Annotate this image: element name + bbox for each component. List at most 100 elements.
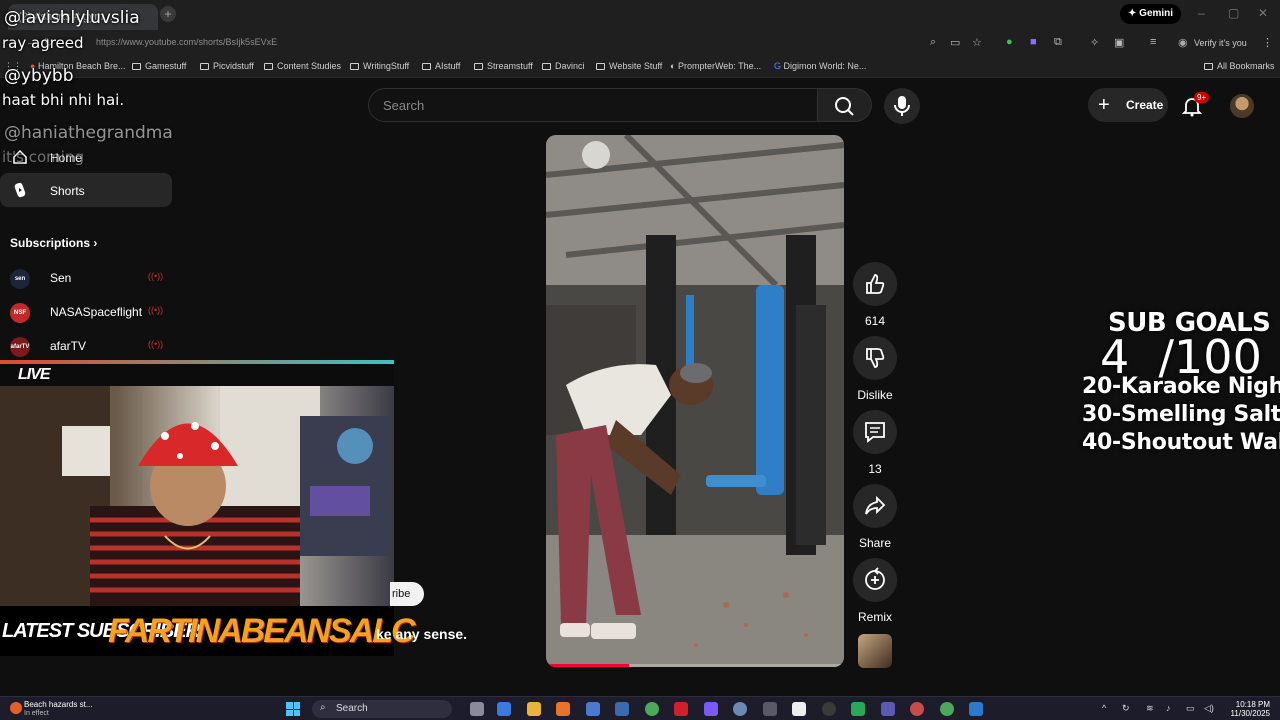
channel-name: Sen bbox=[50, 271, 72, 285]
folder-icon bbox=[422, 63, 431, 70]
create-label: Create bbox=[1126, 98, 1164, 112]
share-button[interactable]: Share bbox=[852, 484, 898, 550]
weather-title[interactable]: Beach hazards st... bbox=[24, 700, 92, 709]
sidebar-item-label: Shorts bbox=[50, 184, 85, 198]
bookmark-item[interactable]: G Digimon World: Ne... bbox=[774, 61, 866, 71]
chevron-right-icon: › bbox=[93, 236, 98, 250]
bookmark-folder[interactable]: Streamstuff bbox=[474, 61, 533, 71]
app-icon[interactable] bbox=[733, 702, 747, 716]
channel-name: NASASpaceflight bbox=[50, 305, 143, 319]
zoom-icon[interactable]: ⌕ bbox=[930, 36, 936, 49]
bookmark-star-icon[interactable]: ☆ bbox=[972, 36, 982, 49]
create-button[interactable]: + Create bbox=[1088, 88, 1168, 122]
edge-icon[interactable] bbox=[497, 702, 511, 716]
store-icon[interactable] bbox=[586, 702, 600, 716]
sidebar-item-shorts[interactable]: Shorts bbox=[0, 173, 172, 207]
short-video-player[interactable] bbox=[546, 135, 844, 667]
subscribe-button[interactable]: ribe bbox=[390, 582, 424, 606]
weather-alert-icon[interactable] bbox=[10, 702, 22, 714]
app-icon[interactable] bbox=[881, 702, 895, 716]
account-avatar[interactable] bbox=[1230, 94, 1254, 118]
app-icon[interactable] bbox=[674, 702, 688, 716]
gemini-button[interactable]: ✦ Gemini bbox=[1120, 4, 1182, 24]
app-icon[interactable] bbox=[969, 702, 983, 716]
bookmarks-bar: ⋮⋮ ● Hamilton Beach Bre... Gamestuff Pic… bbox=[0, 56, 1280, 78]
bookmark-folder[interactable]: Content Studies bbox=[264, 61, 341, 71]
sub-goal-item: 30-Smelling Salts bbox=[1082, 402, 1280, 427]
chrome-icon[interactable] bbox=[645, 702, 659, 716]
app-icon[interactable] bbox=[615, 702, 629, 716]
extension-icon[interactable]: ■ bbox=[1030, 36, 1037, 48]
address-bar-url[interactable]: https://www.youtube.com/shorts/BsIjk5sEV… bbox=[96, 37, 277, 47]
tray-app-icon[interactable]: ↻ bbox=[1122, 703, 1130, 714]
new-tab-button[interactable]: + bbox=[160, 6, 176, 22]
windows-start-icon[interactable] bbox=[286, 702, 300, 716]
remix-button[interactable]: Remix bbox=[852, 558, 898, 624]
task-view-icon[interactable] bbox=[470, 702, 484, 716]
app-icon[interactable] bbox=[910, 702, 924, 716]
display-icon[interactable]: ▭ bbox=[1186, 703, 1195, 714]
extensions-puzzle-icon[interactable]: ⧉ bbox=[1054, 36, 1062, 49]
live-indicator-icon: ((•)) bbox=[148, 339, 164, 349]
maximize-icon[interactable]: ▢ bbox=[1228, 6, 1239, 20]
windows-taskbar: Beach hazards st... In effect ⌕ Search ^ … bbox=[0, 696, 1280, 720]
volume-icon[interactable]: ◁) bbox=[1204, 703, 1214, 714]
like-button[interactable]: 614 bbox=[852, 262, 898, 328]
bookmark-folder[interactable]: Gamestuff bbox=[132, 61, 186, 71]
dislike-button[interactable]: Dislike bbox=[852, 336, 898, 402]
plus-icon: + bbox=[1098, 94, 1110, 116]
verify-identity-button[interactable]: Verify it's you bbox=[1194, 38, 1247, 48]
remix-label: Remix bbox=[857, 610, 892, 624]
bookmark-folder[interactable]: WritingStuff bbox=[350, 61, 409, 71]
profile-icon[interactable]: ◉ bbox=[1178, 36, 1188, 49]
menu-kebab-icon[interactable]: ⋮ bbox=[1262, 36, 1273, 49]
minimize-icon[interactable]: – bbox=[1198, 6, 1205, 20]
live-bar: LIVE bbox=[0, 364, 394, 386]
extension-icon[interactable]: ● bbox=[1006, 36, 1013, 48]
reading-list-icon[interactable]: ▣ bbox=[1114, 36, 1124, 49]
comments-button[interactable]: 13 bbox=[852, 410, 898, 476]
subscription-item[interactable]: NSF NASASpaceflight ((•)) bbox=[0, 298, 172, 324]
app-icon[interactable] bbox=[851, 702, 865, 716]
search-icon: ⌕ bbox=[320, 702, 326, 713]
pin-icon[interactable]: ✧ bbox=[1090, 36, 1099, 49]
discord-icon[interactable] bbox=[704, 702, 718, 716]
gemini-label: Gemini bbox=[1139, 8, 1174, 19]
weather-subtitle: In effect bbox=[24, 710, 49, 717]
taskbar-clock[interactable]: 10:18 PM 11/30/2025 bbox=[1222, 700, 1270, 718]
file-explorer-icon[interactable] bbox=[527, 702, 541, 716]
clock-date: 11/30/2025 bbox=[1230, 709, 1270, 718]
taskbar-search[interactable]: ⌕ Search bbox=[312, 700, 452, 718]
channel-avatar[interactable] bbox=[858, 634, 892, 668]
bookmark-folder[interactable]: All Bookmarks bbox=[1204, 61, 1275, 71]
channel-avatar: NSF bbox=[10, 303, 30, 323]
chat-message: ray agreed bbox=[2, 34, 84, 52]
close-icon[interactable]: ✕ bbox=[1258, 6, 1268, 20]
app-icon[interactable] bbox=[556, 702, 570, 716]
bookmark-folder[interactable]: Website Stuff bbox=[596, 61, 662, 71]
bookmark-folder[interactable]: Picvidstuff bbox=[200, 61, 254, 71]
obs-icon[interactable] bbox=[822, 702, 836, 716]
mic-icon[interactable]: ♪ bbox=[1166, 703, 1171, 713]
app-icon[interactable] bbox=[763, 702, 777, 716]
voice-search-button[interactable] bbox=[884, 88, 920, 124]
subscription-item[interactable]: afarTV afarTV ((•)) bbox=[0, 332, 172, 358]
app-icon[interactable] bbox=[792, 702, 806, 716]
folder-icon bbox=[1204, 63, 1213, 70]
channel-avatar: afarTV bbox=[10, 337, 30, 357]
cast-icon[interactable]: ▭ bbox=[950, 36, 960, 49]
thumbs-up-icon bbox=[866, 274, 885, 294]
bookmark-folder[interactable]: AIstuff bbox=[422, 61, 460, 71]
bookmark-folder[interactable]: Davinci bbox=[542, 61, 585, 71]
chrome-icon[interactable] bbox=[940, 702, 954, 716]
chevron-up-icon[interactable]: ^ bbox=[1102, 703, 1106, 713]
video-caption: ke any sense. bbox=[376, 626, 468, 642]
subscription-item[interactable]: sen Sen ((•)) bbox=[0, 264, 172, 290]
media-icon[interactable]: ≡ bbox=[1150, 36, 1156, 48]
search-button[interactable] bbox=[818, 88, 872, 122]
mic-icon bbox=[894, 96, 910, 116]
subscriptions-heading[interactable]: Subscriptions › bbox=[10, 236, 97, 250]
bookmark-item[interactable]: ◐ PrompterWeb: The... bbox=[670, 61, 761, 71]
wifi-icon[interactable]: ≋ bbox=[1146, 703, 1154, 714]
search-input[interactable]: Search bbox=[368, 88, 818, 122]
